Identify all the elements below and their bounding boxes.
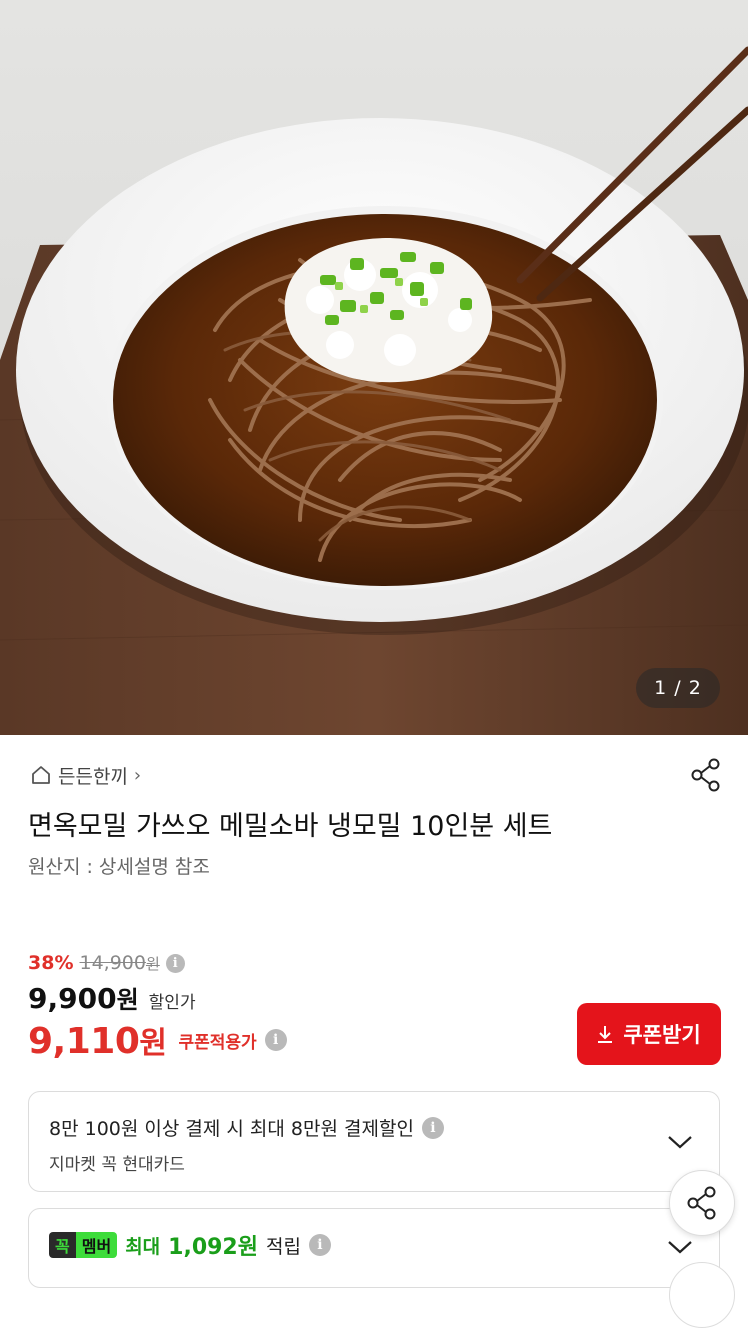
sale-price-value: 9,900 <box>28 982 117 1015</box>
discount-rate: 38% <box>28 952 74 974</box>
image-counter: 1 / 2 <box>636 668 720 708</box>
sale-price-unit: 원 <box>116 986 139 1014</box>
info-icon[interactable]: i <box>308 1234 331 1256</box>
share-icon <box>691 758 720 792</box>
member-badge-part2: 멤버 <box>75 1232 118 1258</box>
chevron-down-icon[interactable] <box>667 1239 693 1255</box>
coupon-button-label: 쿠폰받기 <box>623 1023 701 1047</box>
payment-discount-card[interactable]: 8만 100원 이상 결제 시 최대 8만원 결제할인 i 지마켓 꼭 현대카드 <box>28 1091 720 1192</box>
seller-name: 든든한끼 <box>58 765 128 788</box>
seller-link[interactable]: 든든한끼 › <box>30 760 141 790</box>
product-title: 면옥모밀 가쓰오 메밀소바 냉모밀 10인분 세트 <box>28 811 553 842</box>
member-reward-amount: 1,092원 <box>168 1235 258 1260</box>
member-badge: 꼭 멤버 <box>49 1232 118 1258</box>
member-badge-part1: 꼭 <box>49 1232 76 1258</box>
member-reward-suffix: 적립 <box>265 1235 301 1258</box>
sale-price: 9,900원 <box>28 980 139 1015</box>
coupon-price-value: 9,110 <box>28 1021 140 1062</box>
coupon-price-label: 쿠폰적용가 <box>178 1032 257 1053</box>
chevron-right-icon: › <box>133 764 142 786</box>
member-reward-row: 꼭 멤버 최대 1,092원 적립 i <box>49 1229 331 1261</box>
product-origin: 원산지 : 상세설명 참조 <box>28 856 210 878</box>
coupon-price: 9,110원 <box>28 1018 167 1062</box>
get-coupon-button[interactable]: 쿠폰받기 <box>577 1003 721 1065</box>
payment-card-name: 지마켓 꼭 현대카드 <box>49 1155 185 1175</box>
info-icon[interactable]: i <box>165 953 185 973</box>
payment-discount-text: 8만 100원 이상 결제 시 최대 8만원 결제할인 i <box>49 1114 444 1141</box>
payment-discount-line1: 8만 100원 이상 결제 시 최대 8만원 결제할인 <box>49 1118 414 1140</box>
original-price-unit: 원 <box>145 955 160 973</box>
original-price-row: 38% 14,900원 i <box>28 952 185 974</box>
share-button[interactable] <box>690 758 722 792</box>
info-icon[interactable]: i <box>264 1029 287 1051</box>
member-reward-card[interactable]: 꼭 멤버 최대 1,092원 적립 i <box>28 1208 720 1288</box>
coupon-price-row: 9,110원 쿠폰적용가 i <box>28 1018 287 1062</box>
share-icon <box>687 1186 716 1220</box>
product-image[interactable]: 1 / 2 <box>0 0 748 735</box>
info-icon[interactable]: i <box>421 1116 444 1139</box>
sale-price-row: 9,900원 할인가 <box>28 980 196 1015</box>
download-arrow-icon <box>598 1026 613 1043</box>
product-photo <box>0 0 748 735</box>
sale-price-label: 할인가 <box>148 993 196 1013</box>
original-price: 14,900원 <box>79 952 159 974</box>
coupon-price-unit: 원 <box>139 1026 167 1061</box>
floating-share-button[interactable] <box>669 1170 735 1236</box>
member-reward-label: 최대 <box>125 1235 161 1258</box>
home-icon <box>32 766 50 784</box>
original-price-value: 14,900 <box>79 952 146 974</box>
chevron-down-icon[interactable] <box>667 1134 693 1150</box>
